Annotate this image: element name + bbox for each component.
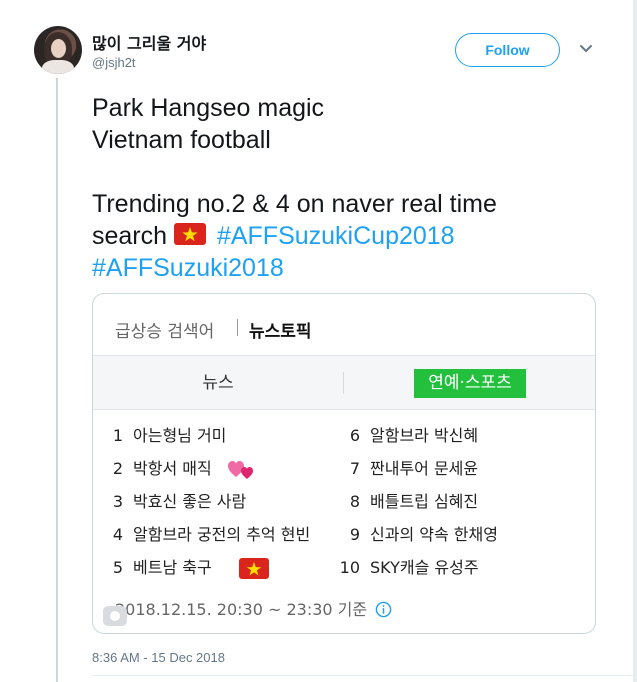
rank-number: 6 xyxy=(349,426,360,445)
tweet-timestamp[interactable]: 8:36 AM - 15 Dec 2018 xyxy=(92,650,225,665)
tweet-line-1: Park Hangseo magic xyxy=(92,94,325,122)
page-edge xyxy=(633,0,637,682)
vietnam-flag-icon xyxy=(238,558,269,579)
rank-number: 2 xyxy=(112,459,123,478)
list-item[interactable]: 1 아는형님 거미 xyxy=(101,424,227,448)
list-item[interactable]: 5 베트남 축구 xyxy=(101,556,269,580)
camera-icon[interactable] xyxy=(103,606,127,626)
time-range-text: 2018.12.15. 20:30 ~ 23:30 기준 xyxy=(115,600,368,619)
thread-line xyxy=(56,78,58,682)
tweet-text: Park Hangseo magic Vietnam football Tren… xyxy=(92,92,592,284)
list-item[interactable]: 6 알함브라 박신혜 xyxy=(338,424,478,448)
list-item[interactable]: 3 박효신 좋은 사람 xyxy=(101,490,246,514)
info-icon[interactable] xyxy=(375,601,392,618)
card-header: 급상승 검색어 뉴스토픽 xyxy=(93,294,595,356)
hearts-icon xyxy=(227,460,253,479)
rank-number: 8 xyxy=(349,492,360,511)
rank-number: 5 xyxy=(112,558,123,577)
list-item[interactable]: 10 SKY캐슬 유성주 xyxy=(338,556,479,580)
list-item[interactable]: 7 짠내투어 문세윤 xyxy=(338,457,478,481)
item-text: 박항서 매직 xyxy=(133,459,212,478)
tab-rising-search[interactable]: 급상승 검색어 xyxy=(115,317,214,342)
rank-number: 4 xyxy=(112,525,123,544)
item-text: SKY캐슬 유성주 xyxy=(370,558,479,577)
hashtag-affsuzuki2018[interactable]: #AFFSuzuki2018 xyxy=(92,252,592,284)
tweet-line-3: Trending no.2 & 4 on naver real time xyxy=(92,190,497,218)
divider xyxy=(92,675,637,676)
list-item[interactable]: 8 배틀트립 심혜진 xyxy=(338,490,478,514)
hashtag-affsuzukicup2018[interactable]: #AFFSuzukiCup2018 xyxy=(217,222,455,250)
item-text: 알함브라 궁전의 추억 현빈 xyxy=(133,525,311,544)
time-range: 2018.12.15. 20:30 ~ 23:30 기준 xyxy=(115,596,392,620)
list-item[interactable]: 2 박항서 매직 xyxy=(101,457,257,481)
subtab-divider xyxy=(343,372,344,394)
rank-number: 10 xyxy=(339,558,360,577)
subtab-entertainment-sports[interactable]: 연예·스포츠 xyxy=(414,369,526,398)
subtabs: 뉴스 연예·스포츠 xyxy=(93,356,595,410)
tab-separator xyxy=(237,319,238,336)
list-item[interactable]: 9 신과의 약속 한채영 xyxy=(338,523,498,547)
avatar[interactable] xyxy=(34,26,82,74)
chevron-down-icon[interactable] xyxy=(579,44,593,54)
follow-button[interactable]: Follow xyxy=(455,33,560,67)
rank-number: 1 xyxy=(112,426,123,445)
item-text: 박효신 좋은 사람 xyxy=(133,492,247,511)
item-text: 알함브라 박신혜 xyxy=(370,426,479,445)
tweet-line-2: Vietnam football xyxy=(92,126,271,154)
item-text: 신과의 약속 한채영 xyxy=(370,525,498,544)
display-name[interactable]: 많이 그리울 거야 xyxy=(92,30,206,54)
item-text: 베트남 축구 xyxy=(133,558,212,577)
media-card[interactable]: 급상승 검색어 뉴스토픽 뉴스 연예·스포츠 1 아는형님 거미 2 박항서 매직 … xyxy=(92,293,596,634)
rank-number: 9 xyxy=(349,525,360,544)
item-text: 짠내투어 문세윤 xyxy=(370,459,479,478)
subtab-news[interactable]: 뉴스 xyxy=(93,356,343,410)
tab-news-topic[interactable]: 뉴스토픽 xyxy=(249,317,312,342)
tweet-line-4: search xyxy=(92,222,168,250)
rank-number: 3 xyxy=(112,492,123,511)
list-item[interactable]: 4 알함브라 궁전의 추억 현빈 xyxy=(101,523,310,547)
user-handle[interactable]: @jsjh2t xyxy=(92,55,136,70)
rank-number: 7 xyxy=(349,459,360,478)
item-text: 배틀트립 심혜진 xyxy=(370,492,479,511)
item-text: 아는형님 거미 xyxy=(133,426,227,445)
vietnam-flag-icon xyxy=(174,223,206,245)
